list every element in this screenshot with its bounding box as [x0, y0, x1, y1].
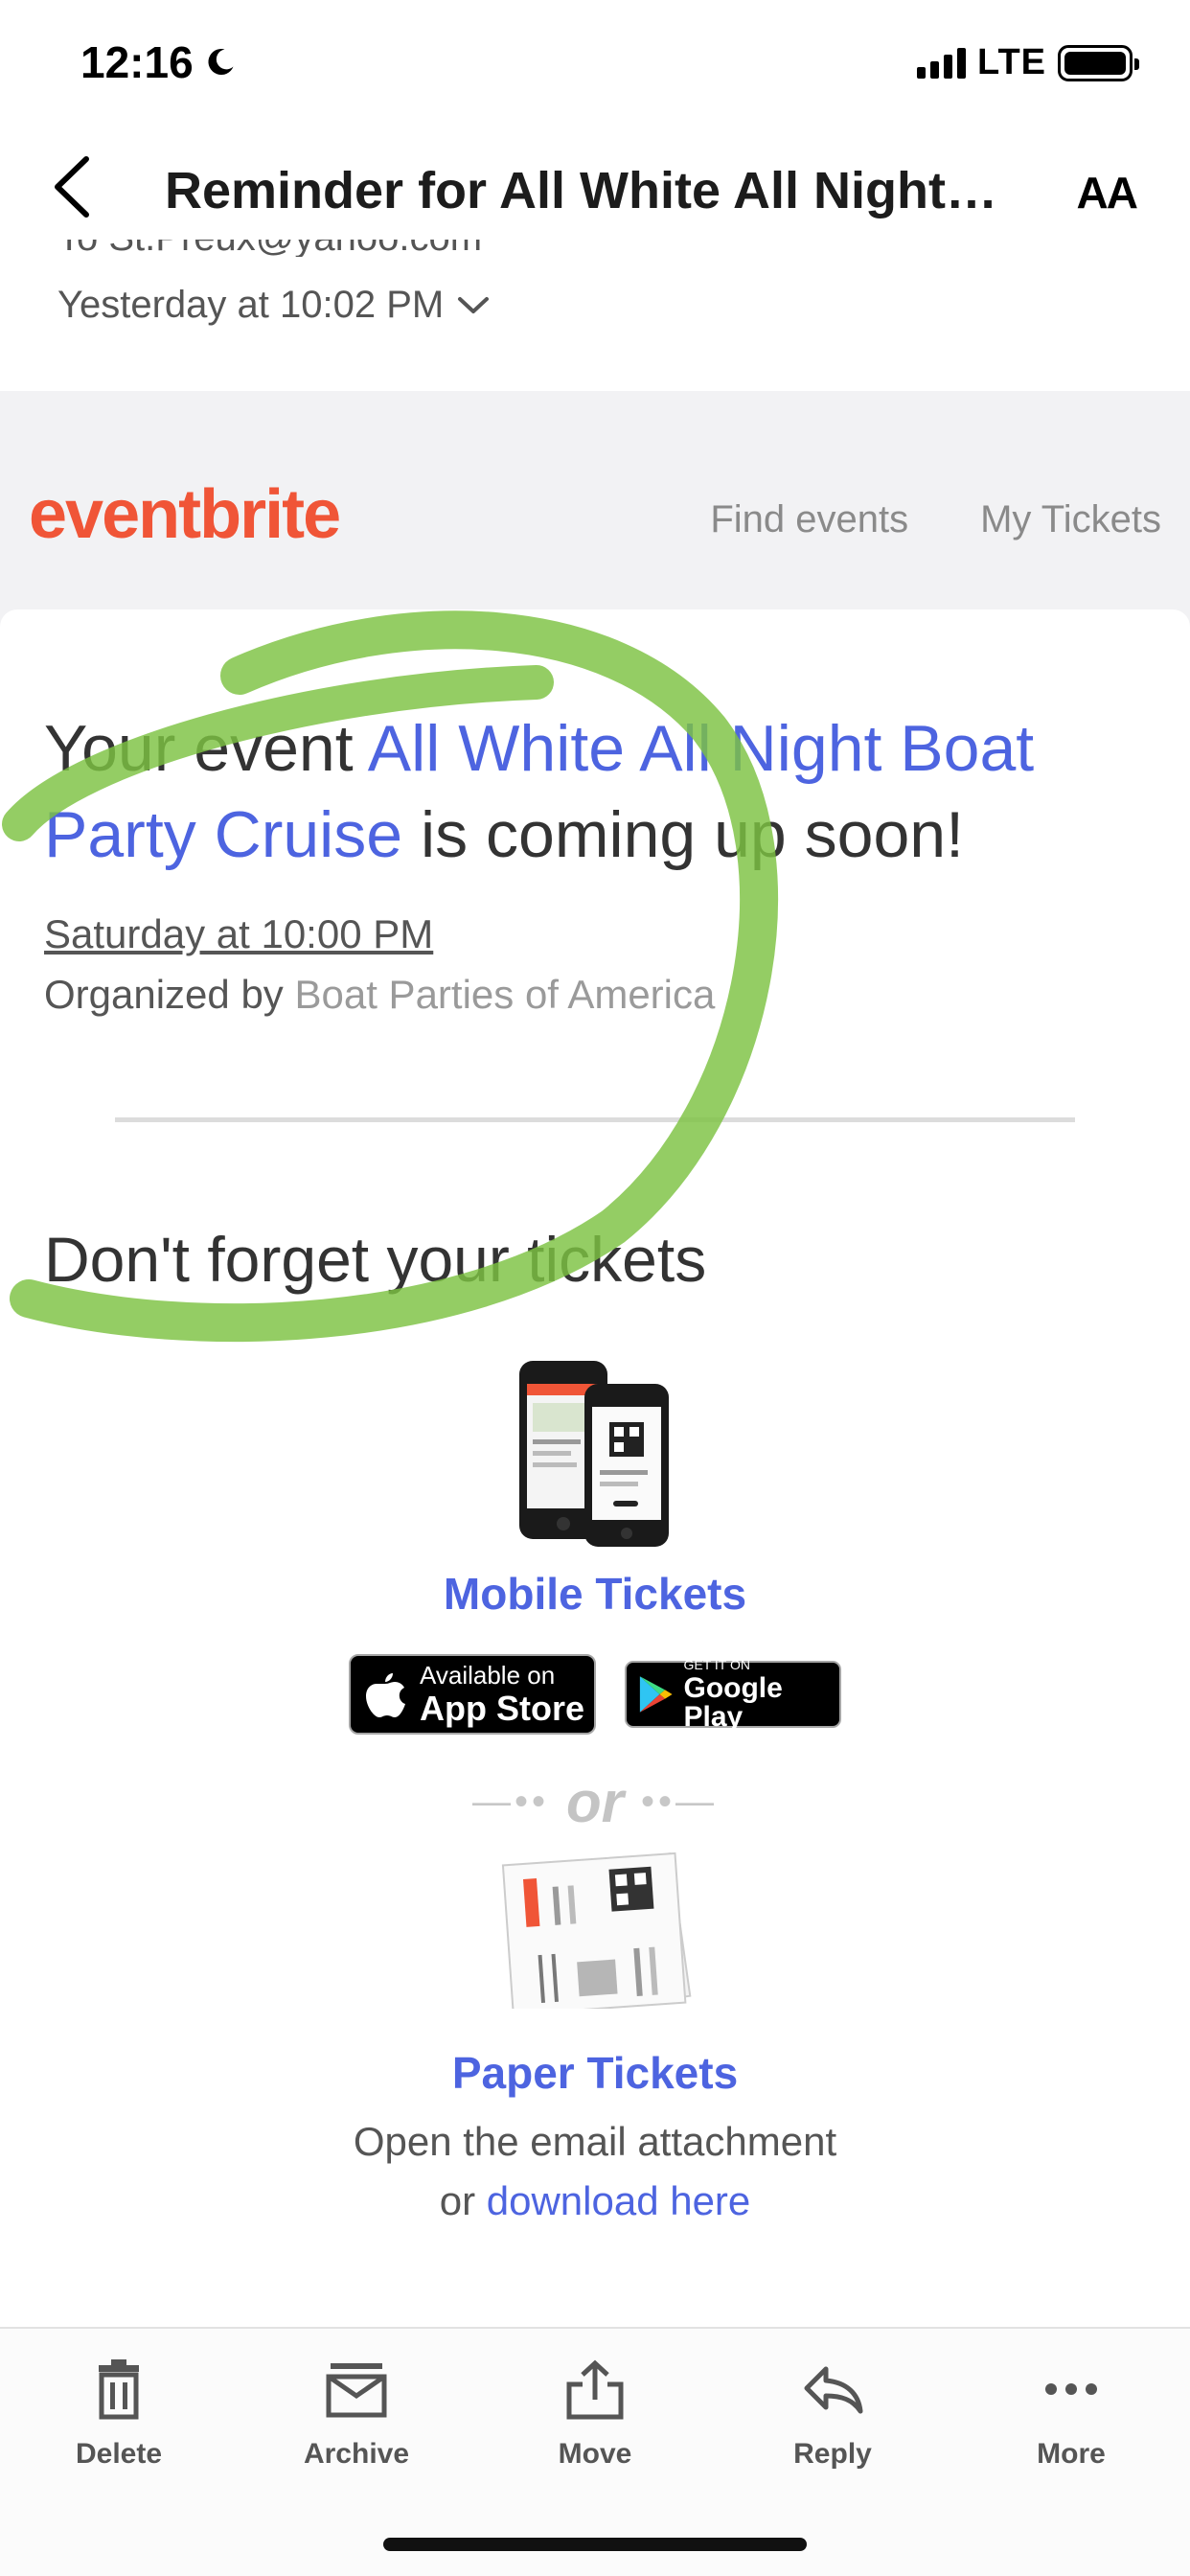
- status-time-text: 12:16: [80, 37, 194, 87]
- organized-by-label: Organized by: [44, 972, 295, 1017]
- email-date-toggle[interactable]: Yesterday at 10:02 PM: [57, 284, 490, 327]
- moon-icon: [208, 49, 234, 76]
- eventbrite-logo[interactable]: eventbrite: [29, 475, 341, 554]
- status-indicators: LTE: [917, 42, 1139, 83]
- store-badges: Available on App Store GET IT ON Google …: [0, 1654, 1190, 1735]
- headline-suffix: is coming up soon!: [402, 798, 964, 871]
- organizer-name[interactable]: Boat Parties of America: [294, 972, 715, 1017]
- mobile-phones-icon: [519, 1361, 669, 1547]
- text-size-label: AA: [1076, 168, 1138, 218]
- archive-label: Archive: [303, 2438, 410, 2470]
- app-store-small-text: Available on: [420, 1661, 556, 1690]
- archive-icon: [326, 2363, 387, 2418]
- email-date: Yesterday at 10:02 PM: [57, 284, 445, 326]
- delete-label: Delete: [75, 2438, 163, 2470]
- headline-prefix: Your event: [44, 712, 368, 785]
- nav-header: Reminder for All White All Night -... AA: [0, 134, 1190, 240]
- move-label: Move: [558, 2438, 632, 2470]
- event-headline: Your event All White All Night Boat Part…: [44, 705, 1146, 878]
- email-body: eventbrite Find events My Tickets Your e…: [0, 391, 1190, 2327]
- my-tickets-link[interactable]: My Tickets: [980, 498, 1161, 541]
- google-play-icon: [639, 1676, 673, 1713]
- find-events-link[interactable]: Find events: [710, 498, 908, 541]
- status-bar: 12:16 LTE: [0, 0, 1190, 129]
- paper-instruction: Open the email attachment: [353, 2119, 837, 2164]
- google-play-small-text: GET IT ON: [683, 1656, 750, 1672]
- home-indicator[interactable]: [383, 2538, 807, 2551]
- more-icon: [1045, 2383, 1097, 2395]
- bottom-toolbar: Delete Archive Move Reply More: [0, 2327, 1190, 2576]
- email-meta: To St.Preux@yahoo.com Yesterday at 10:02…: [57, 228, 1131, 391]
- more-button[interactable]: More: [975, 2356, 1167, 2471]
- signal-icon: [917, 47, 967, 79]
- or-dash-left: —••: [471, 1781, 549, 1823]
- delete-button[interactable]: Delete: [23, 2356, 215, 2471]
- download-line: or download here: [0, 2178, 1190, 2224]
- organizer-line: Organized by Boat Parties of America: [44, 972, 715, 1018]
- back-button[interactable]: [46, 153, 103, 220]
- google-play-button[interactable]: GET IT ON Google Play: [625, 1656, 841, 1731]
- or-separator: —•• or ••—: [0, 1769, 1190, 1835]
- chevron-down-icon: [458, 296, 490, 313]
- event-date-link[interactable]: Saturday at 10:00 PM: [44, 911, 433, 957]
- reply-button[interactable]: Reply: [737, 2356, 928, 2471]
- apple-icon: [366, 1673, 405, 1717]
- trash-icon: [99, 2359, 139, 2420]
- paper-tickets-icon: [501, 1852, 692, 2009]
- move-icon: [566, 2359, 624, 2420]
- more-label: More: [1037, 2438, 1106, 2470]
- paper-tickets-link[interactable]: Paper Tickets: [0, 2047, 1190, 2099]
- app-store-large-text: App Store: [420, 1689, 585, 1728]
- or-dash-right: ••—: [641, 1781, 719, 1823]
- divider: [115, 1117, 1075, 1122]
- download-here-link[interactable]: download here: [487, 2178, 751, 2223]
- tickets-heading: Don't forget your tickets: [44, 1224, 707, 1295]
- status-time: 12:16: [80, 36, 238, 88]
- archive-button[interactable]: Archive: [261, 2356, 452, 2471]
- text-size-button[interactable]: AA: [1076, 167, 1138, 218]
- email-subject: Reminder for All White All Night -...: [165, 162, 1008, 219]
- download-prefix: or: [439, 2178, 487, 2223]
- reply-label: Reply: [793, 2438, 872, 2470]
- network-type: LTE: [977, 42, 1046, 82]
- google-play-large-text: Google Play: [683, 1671, 783, 1733]
- reply-icon: [804, 2366, 863, 2414]
- eventbrite-nav: Find events My Tickets: [710, 498, 1161, 541]
- mobile-tickets-link[interactable]: Mobile Tickets: [0, 1568, 1190, 1620]
- app-store-button[interactable]: Available on App Store: [349, 1654, 596, 1735]
- move-button[interactable]: Move: [499, 2356, 691, 2471]
- battery-icon: [1058, 44, 1139, 81]
- eventbrite-header: eventbrite Find events My Tickets: [0, 391, 1190, 611]
- or-label: or: [566, 1770, 624, 1834]
- email-card: Your event All White All Night Boat Part…: [0, 610, 1190, 2327]
